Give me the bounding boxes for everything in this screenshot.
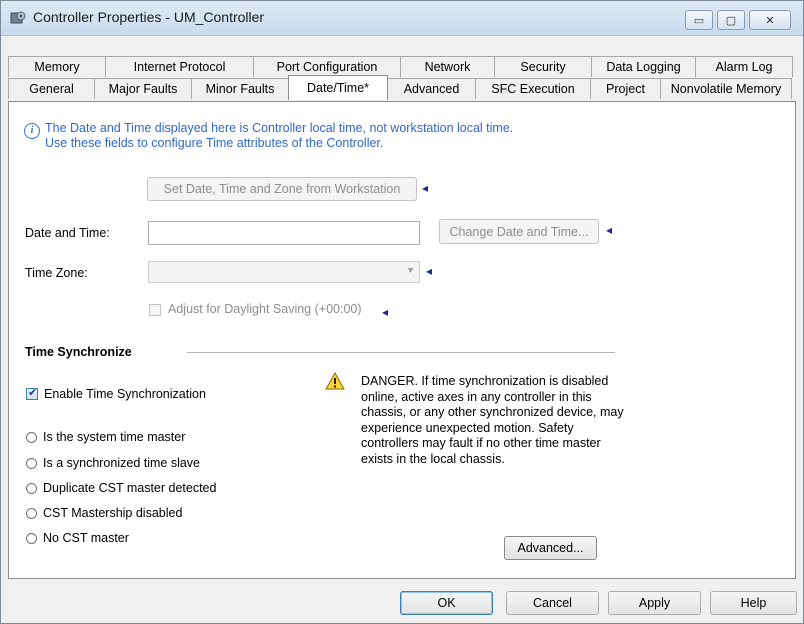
tab-internet-protocol[interactable]: Internet Protocol bbox=[105, 56, 254, 77]
change-date-time-button[interactable]: Change Date and Time... bbox=[439, 219, 599, 244]
info-line-1: The Date and Time displayed here is Cont… bbox=[45, 121, 514, 135]
close-button[interactable]: ✕ bbox=[749, 10, 791, 30]
warning-icon bbox=[325, 372, 345, 390]
tab-network[interactable]: Network bbox=[400, 56, 495, 77]
radio-label: CST Mastership disabled bbox=[43, 506, 183, 520]
section-divider bbox=[187, 352, 615, 353]
chevron-down-icon: ▼ bbox=[406, 265, 415, 275]
close-icon: ✕ bbox=[765, 14, 775, 27]
window-title: Controller Properties - UM_Controller bbox=[33, 9, 265, 25]
change-indicator-arrow-icon: ◂ bbox=[606, 223, 613, 237]
apply-button[interactable]: Apply bbox=[608, 591, 701, 615]
time-zone-select[interactable]: ▼ bbox=[148, 261, 420, 283]
info-message: The Date and Time displayed here is Cont… bbox=[45, 121, 513, 151]
set-from-workstation-button[interactable]: Set Date, Time and Zone from Workstation bbox=[147, 177, 417, 201]
radio-cst-mastership-disabled[interactable] bbox=[26, 508, 37, 519]
tab-nonvolatile-memory[interactable]: Nonvolatile Memory bbox=[660, 78, 792, 99]
tab-port-configuration[interactable]: Port Configuration bbox=[253, 56, 401, 77]
time-synchronize-heading: Time Synchronize bbox=[25, 345, 132, 359]
radio-duplicate-cst-master[interactable] bbox=[26, 483, 37, 494]
info-icon: i bbox=[24, 123, 40, 139]
change-indicator-arrow-icon: ◂ bbox=[422, 181, 429, 195]
minimize-button[interactable]: ▭ bbox=[685, 10, 713, 30]
controller-app-icon bbox=[10, 11, 26, 24]
tab-row-lower: General Major Faults Minor Faults Date/T… bbox=[8, 75, 792, 100]
tab-date-time[interactable]: Date/Time* bbox=[288, 75, 388, 100]
tab-advanced[interactable]: Advanced bbox=[387, 78, 476, 99]
tab-major-faults[interactable]: Major Faults bbox=[94, 78, 192, 99]
ok-button[interactable]: OK bbox=[400, 591, 493, 615]
radio-system-time-master[interactable] bbox=[26, 432, 37, 443]
maximize-icon: ▢ bbox=[725, 14, 737, 27]
radio-label: No CST master bbox=[43, 531, 129, 545]
time-zone-label: Time Zone: bbox=[25, 266, 88, 280]
change-indicator-arrow-icon: ◂ bbox=[426, 264, 433, 278]
controller-properties-dialog: Controller Properties - UM_Controller ▭ … bbox=[0, 0, 804, 624]
minimize-icon: ▭ bbox=[693, 14, 705, 27]
tab-project[interactable]: Project bbox=[590, 78, 661, 99]
radio-label: Duplicate CST master detected bbox=[43, 481, 217, 495]
tab-alarm-log[interactable]: Alarm Log bbox=[695, 56, 793, 77]
tab-sfc-execution[interactable]: SFC Execution bbox=[475, 78, 591, 99]
change-indicator-arrow-icon: ◂ bbox=[382, 305, 389, 319]
info-line-2: Use these fields to configure Time attri… bbox=[45, 136, 384, 150]
tab-row-upper: Memory Internet Protocol Port Configurat… bbox=[8, 56, 793, 77]
title-bar[interactable]: Controller Properties - UM_Controller ▭ … bbox=[1, 1, 803, 36]
help-button[interactable]: Help bbox=[710, 591, 797, 615]
maximize-button[interactable]: ▢ bbox=[717, 10, 745, 30]
enable-time-sync-checkbox[interactable] bbox=[26, 386, 38, 400]
date-time-field[interactable] bbox=[148, 221, 420, 245]
tab-minor-faults[interactable]: Minor Faults bbox=[191, 78, 289, 99]
tab-general[interactable]: General bbox=[8, 78, 95, 99]
date-time-label: Date and Time: bbox=[25, 226, 110, 240]
daylight-saving-label: Adjust for Daylight Saving (+00:00) bbox=[168, 302, 362, 316]
cancel-button[interactable]: Cancel bbox=[506, 591, 599, 615]
radio-label: Is the system time master bbox=[43, 430, 186, 444]
danger-warning-text: DANGER. If time synchronization is disab… bbox=[361, 374, 624, 466]
tab-security[interactable]: Security bbox=[494, 56, 592, 77]
radio-label: Is a synchronized time slave bbox=[43, 456, 201, 470]
radio-synchronized-time-slave[interactable] bbox=[26, 458, 37, 469]
advanced-button[interactable]: Advanced... bbox=[504, 536, 597, 560]
date-time-panel: i The Date and Time displayed here is Co… bbox=[8, 101, 796, 579]
daylight-saving-checkbox[interactable] bbox=[149, 304, 161, 316]
tab-memory[interactable]: Memory bbox=[8, 56, 106, 77]
enable-time-sync-label: Enable Time Synchronization bbox=[44, 387, 206, 401]
tab-data-logging[interactable]: Data Logging bbox=[591, 56, 696, 77]
radio-no-cst-master[interactable] bbox=[26, 533, 37, 544]
